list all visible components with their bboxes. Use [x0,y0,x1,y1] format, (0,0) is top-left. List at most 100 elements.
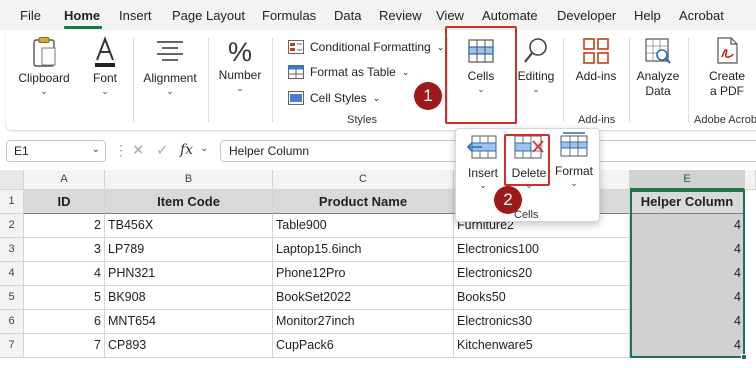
cell-c5[interactable]: BookSet2022 [273,286,454,310]
cells-button[interactable]: Cells ⌄ [454,36,508,94]
cell-c3[interactable]: Laptop15.6inch [273,238,454,262]
tab-acrobat[interactable]: Acrobat [679,8,724,23]
cell-e7[interactable]: 4 [630,334,745,358]
cell-a4[interactable]: 4 [24,262,105,286]
cell-e5[interactable]: 4 [630,286,745,310]
cell-b7[interactable]: CP893 [105,334,273,358]
format-label: Format [554,164,593,178]
row-header-1[interactable]: 1 [0,190,24,214]
tab-insert[interactable]: Insert [119,8,152,23]
cell-a6[interactable]: 6 [24,310,105,334]
ribbon-divider [563,38,564,122]
add-ins-label: Add-ins [575,69,617,83]
column-header-c[interactable]: C [273,170,454,190]
alignment-icon [157,41,183,61]
cell-a3[interactable]: 3 [24,238,105,262]
alignment-button[interactable]: Alignment ⌄ [138,36,202,96]
chevron-down-icon: ⌄ [101,86,109,96]
name-box[interactable]: E1 ⌄ [6,140,106,162]
clipboard-button[interactable]: Clipboard ⌄ [14,36,74,96]
cell-b2[interactable]: TB456X [105,214,273,238]
cell-c7[interactable]: CupPack6 [273,334,454,358]
tab-file[interactable]: File [20,8,41,23]
row-header-3[interactable]: 3 [0,238,24,262]
tab-view[interactable]: View [436,8,464,23]
more-options-icon[interactable]: ⋮ [114,142,128,159]
acrobat-group-label: Adobe Acrob [694,114,756,126]
ribbon-divider [133,38,134,122]
select-all-corner[interactable] [0,170,24,190]
cancel-icon[interactable]: ✕ [132,141,145,159]
chevron-down-icon: ⌄ [40,86,48,96]
font-button[interactable]: Font ⌄ [82,36,128,96]
enter-icon[interactable]: ✓ [156,141,169,159]
column-header-e[interactable]: E [630,170,745,190]
styles-group-label: Styles [347,114,377,126]
tab-formulas[interactable]: Formulas [262,8,316,23]
chevron-down-icon[interactable]: ⌄ [200,143,208,154]
cell-a2[interactable]: 2 [24,214,105,238]
menu-bar: File Home Insert Page Layout Formulas Da… [0,0,756,30]
row-header-7[interactable]: 7 [0,334,24,358]
fill-handle[interactable] [741,354,747,360]
header-cell-a[interactable]: ID [24,190,105,214]
cell-c6[interactable]: Monitor27inch [273,310,454,334]
cell-c4[interactable]: Phone12Pro [273,262,454,286]
format-cells-button[interactable]: Format ⌄ [552,131,596,188]
tab-review[interactable]: Review [379,8,422,23]
tab-help[interactable]: Help [634,8,661,23]
tab-automate[interactable]: Automate [482,8,538,23]
cell-e3[interactable]: 4 [630,238,745,262]
column-header-a[interactable]: A [24,170,105,190]
chevron-down-icon: ⌄ [477,84,485,94]
delete-label: Delete [511,166,547,180]
cell-b6[interactable]: MNT654 [105,310,273,334]
row-header-4[interactable]: 4 [0,262,24,286]
cell-d7[interactable]: Kitchenware5 [454,334,630,358]
column-header-f[interactable] [745,170,756,190]
row-header-6[interactable]: 6 [0,310,24,334]
insert-function-icon[interactable]: fx [180,142,193,158]
header-cell-b[interactable]: Item Code [105,190,273,214]
cell-e6[interactable]: 4 [630,310,745,334]
cell-d5[interactable]: Books50 [454,286,630,310]
magnifier-icon [524,38,547,63]
column-header-b[interactable]: B [105,170,273,190]
cell-b4[interactable]: PHN321 [105,262,273,286]
cell-a5[interactable]: 5 [24,286,105,310]
cell-b5[interactable]: BK908 [105,286,273,310]
delete-cells-button[interactable]: Delete ⌄ [507,133,551,190]
editing-button[interactable]: Editing ⌄ [514,36,558,94]
insert-label: Insert [467,166,498,180]
format-as-table-button[interactable]: Format as Table ⌄ [288,62,409,82]
cell-styles-button[interactable]: Cell Styles ⌄ [288,88,380,108]
add-ins-icon [583,38,609,64]
cell-d4[interactable]: Electronics20 [454,262,630,286]
create-pdf-button[interactable]: Create a PDF [702,36,752,99]
header-cell-e[interactable]: Helper Column [630,190,745,214]
analyze-data-button[interactable]: Analyze Data [633,36,683,99]
cell-c2[interactable]: Table900 [273,214,454,238]
cell-d6[interactable]: Electronics30 [454,310,630,334]
header-cell-c[interactable]: Product Name [273,190,454,214]
clipboard-label: Clipboard [18,71,70,85]
add-ins-button[interactable]: Add-ins [568,36,624,84]
tab-data[interactable]: Data [334,8,361,23]
cell-d3[interactable]: Electronics100 [454,238,630,262]
cell-e2[interactable]: 4 [630,214,745,238]
tab-home[interactable]: Home [64,8,100,23]
conditional-formatting-button[interactable]: Conditional Formatting ⌄ [288,37,444,57]
insert-cells-button[interactable]: Insert ⌄ [461,133,505,190]
row-header-5[interactable]: 5 [0,286,24,310]
cell-e4[interactable]: 4 [630,262,745,286]
chevron-down-icon: ⌄ [532,84,540,94]
cell-b3[interactable]: LP789 [105,238,273,262]
clipboard-icon [33,37,56,67]
row-header-2[interactable]: 2 [0,214,24,238]
format-cells-icon [560,132,588,157]
chevron-down-icon[interactable]: ⌄ [92,144,100,155]
tab-page-layout[interactable]: Page Layout [172,8,245,23]
cell-a7[interactable]: 7 [24,334,105,358]
number-button[interactable]: % Number ⌄ [214,36,266,93]
tab-developer[interactable]: Developer [557,8,616,23]
